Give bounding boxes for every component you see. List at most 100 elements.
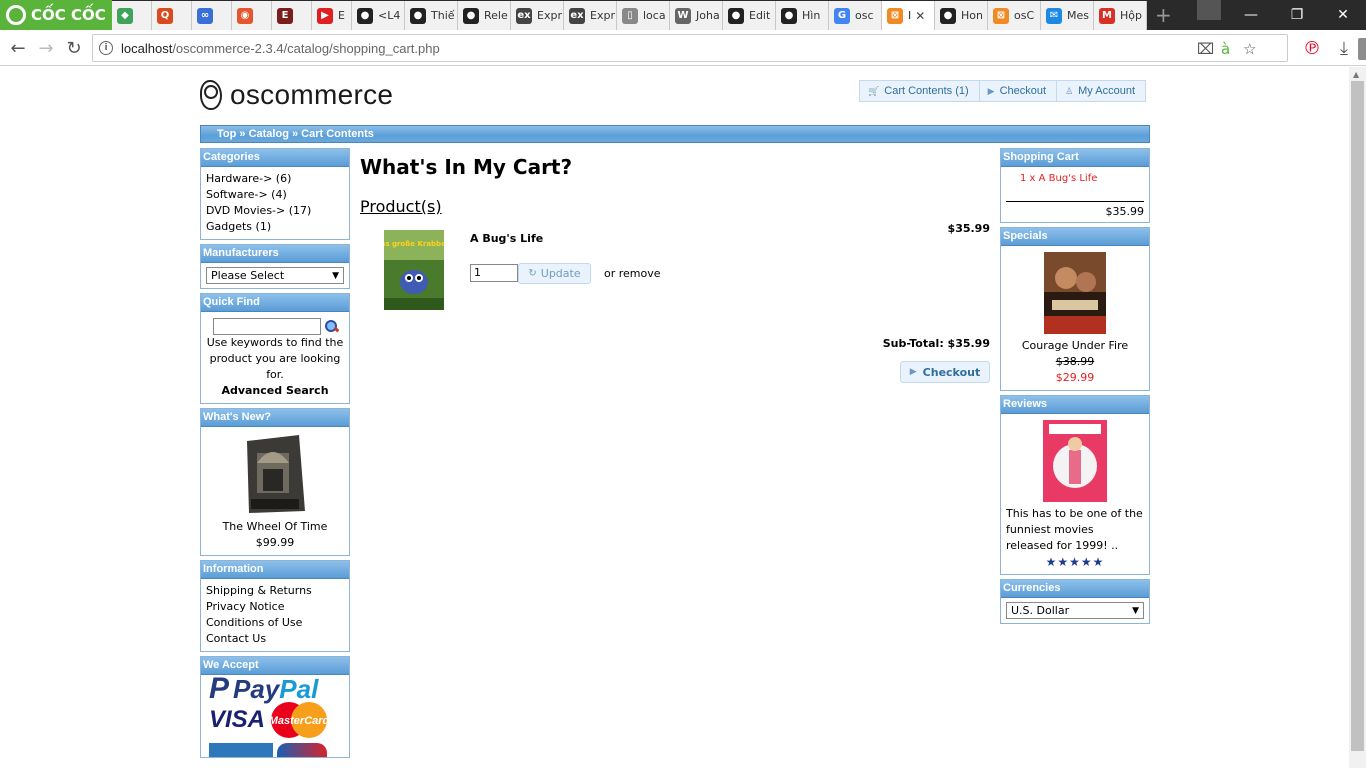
manufacturers-select[interactable]: Please Select ▼	[206, 267, 344, 284]
address-bar[interactable]: i localhost/oscommerce-2.3.4/catalog/sho…	[92, 34, 1366, 62]
information-heading: Information	[201, 561, 349, 579]
review-text[interactable]: This has to be one of the funniest movie…	[1006, 506, 1144, 554]
browser-tab[interactable]: ● Edit	[723, 1, 776, 30]
shopping-cart-box: Shopping Cart 1 x A Bug's Life $35.99	[1000, 148, 1150, 223]
back-icon[interactable]: ←	[6, 36, 30, 60]
close-window-icon[interactable]: ✕	[1320, 0, 1366, 30]
card-logos-row: VISA MasterCard	[205, 701, 345, 739]
new-tab-icon[interactable]: +	[1155, 1, 1181, 30]
tab-favicon-icon: ●	[940, 7, 956, 24]
courage-under-fire-image[interactable]	[1044, 252, 1106, 334]
restore-icon[interactable]: ❐	[1274, 0, 1320, 30]
browser-tab[interactable]: ∞	[192, 1, 232, 30]
browser-tab[interactable]: ● Hon	[935, 1, 988, 30]
browser-tab[interactable]: Gosc	[829, 1, 882, 30]
tab-favicon-icon: ●	[463, 7, 479, 24]
quantity-input[interactable]: 1	[470, 264, 518, 282]
browser-tab[interactable]: ⊠ osC	[988, 1, 1041, 30]
browser-tab[interactable]: ◉	[232, 1, 272, 30]
wheel-of-time-image[interactable]	[243, 433, 307, 515]
browser-tab[interactable]: E	[272, 1, 312, 30]
category-link[interactable]: Software-> (4)	[206, 187, 344, 203]
browser-tab[interactable]: ● <L4	[352, 1, 405, 30]
tab-favicon-icon: W	[675, 7, 691, 24]
category-link[interactable]: Hardware-> (6)	[206, 171, 344, 187]
browser-tab[interactable]: ▯ loca	[617, 1, 670, 30]
category-link[interactable]: Gadgets (1)	[206, 219, 344, 235]
cart-contents-label: Cart Contents (1)	[884, 85, 969, 97]
tab-favicon-icon: ex	[569, 7, 585, 24]
scrollbar-thumb[interactable]	[1351, 81, 1364, 751]
browser-tab[interactable]: ● Thiế	[405, 1, 458, 30]
bookmark-star-icon[interactable]: ☆	[1243, 40, 1256, 58]
currency-select[interactable]: U.S. Dollar ▼	[1006, 602, 1144, 619]
search-icon[interactable]	[324, 320, 338, 333]
store-logo[interactable]: oscommerce	[200, 79, 393, 111]
information-link[interactable]: Shipping & Returns	[206, 583, 344, 599]
url-host: localhost	[121, 41, 173, 56]
breadcrumb[interactable]: Top » Catalog » Cart Contents	[200, 125, 1150, 143]
information-link[interactable]: Conditions of Use	[206, 615, 344, 631]
checkout-button[interactable]: ▶ Checkout	[900, 361, 990, 383]
remove-link[interactable]: or remove	[604, 267, 661, 280]
cart-contents-button[interactable]: 🛒 Cart Contents (1)	[859, 80, 980, 102]
reviews-body: This has to be one of the funniest movie…	[1001, 414, 1149, 574]
shopping-cart-line[interactable]: 1 x A Bug's Life	[1006, 171, 1144, 187]
browser-brand[interactable]: CỐC CỐC	[0, 0, 112, 30]
browser-tab[interactable]: M Hộp	[1094, 1, 1147, 30]
browser-toolbar: ← → ↻ i localhost/oscommerce-2.3.4/catal…	[0, 30, 1366, 66]
url-path: /oscommerce-2.3.4/catalog/shopping_cart.…	[172, 41, 440, 56]
information-link[interactable]: Contact Us	[206, 631, 344, 647]
forward-icon[interactable]: →	[34, 36, 58, 60]
special-name[interactable]: Courage Under Fire	[1006, 338, 1144, 354]
download-video-icon[interactable]: ↓	[1358, 38, 1366, 60]
browser-tab[interactable]: ex Expr	[511, 1, 564, 30]
reload-icon[interactable]: ↻	[62, 36, 86, 60]
browser-tab[interactable]: ▶ E	[312, 1, 352, 30]
browser-tab[interactable]: ● Hìn	[776, 1, 829, 30]
category-link[interactable]: DVD Movies-> (17)	[206, 203, 344, 219]
tab-favicon-icon: G	[834, 7, 850, 24]
cart-item-cover-text: Das große Krabbeln	[384, 240, 444, 248]
translate-icon[interactable]: ⌧	[1197, 40, 1214, 58]
tab-favicon-icon: M	[1099, 7, 1115, 24]
browser-tab[interactable]: ⊠ I ✕	[882, 1, 935, 30]
tab-title: loca	[643, 9, 666, 22]
information-link[interactable]: Privacy Notice	[206, 599, 344, 615]
categories-box: Categories Hardware-> (6) Software-> (4) D…	[200, 148, 350, 240]
cart-item-image[interactable]: Das große Krabbeln	[384, 230, 444, 310]
my-account-button[interactable]: ♙ My Account	[1057, 80, 1146, 102]
minimize-icon[interactable]: —	[1228, 0, 1274, 30]
browser-tab[interactable]: ● Rele	[458, 1, 511, 30]
manufacturers-heading: Manufacturers	[201, 245, 349, 263]
url-text[interactable]: localhost/oscommerce-2.3.4/catalog/shopp…	[121, 41, 440, 56]
scroll-up-icon[interactable]: ▲	[1353, 70, 1359, 79]
close-tab-icon[interactable]: ✕	[915, 9, 925, 23]
tab-favicon-icon: ▶	[317, 7, 333, 24]
whats-new-body: The Wheel Of Time $99.99	[201, 427, 349, 555]
main-content: What's In My Cart? Product(s) Das große …	[360, 155, 990, 383]
right-column: Shopping Cart 1 x A Bug's Life $35.99 Sp…	[1000, 148, 1150, 628]
browser-tab[interactable]: ◆	[112, 1, 152, 30]
browser-tab[interactable]: ✉ Mes	[1041, 1, 1094, 30]
quick-find-input[interactable]	[212, 318, 321, 335]
special-old-price: $38.99	[1055, 355, 1095, 368]
site-info-icon[interactable]: i	[99, 41, 113, 55]
header-checkout-button[interactable]: ▶ Checkout	[979, 80, 1058, 102]
cart-item-row: Das große Krabbeln A Bug's Life $35.99 1…	[360, 222, 990, 328]
page-scrollbar[interactable]: ▲	[1349, 67, 1366, 768]
browser-tab[interactable]: ex Expr	[564, 1, 617, 30]
coccoc-dictionary-icon[interactable]: à	[1221, 40, 1230, 58]
advanced-search-link[interactable]: Advanced Search	[206, 383, 344, 399]
review-product-image[interactable]	[1043, 420, 1107, 502]
update-button[interactable]: ↻ Update	[518, 263, 591, 284]
downloads-icon[interactable]: ⤓	[1332, 36, 1356, 60]
whats-new-name[interactable]: The Wheel Of Time	[206, 519, 344, 535]
profile-icon[interactable]	[1197, 0, 1221, 20]
pinterest-icon[interactable]: ℗	[1300, 36, 1324, 60]
cart-item-name[interactable]: A Bug's Life	[470, 232, 543, 245]
oscommerce-logo-icon	[200, 80, 222, 110]
browser-tab[interactable]: W Joha	[670, 1, 723, 30]
browser-tab[interactable]: Q	[152, 1, 192, 30]
tab-favicon-icon: ◆	[117, 7, 133, 24]
